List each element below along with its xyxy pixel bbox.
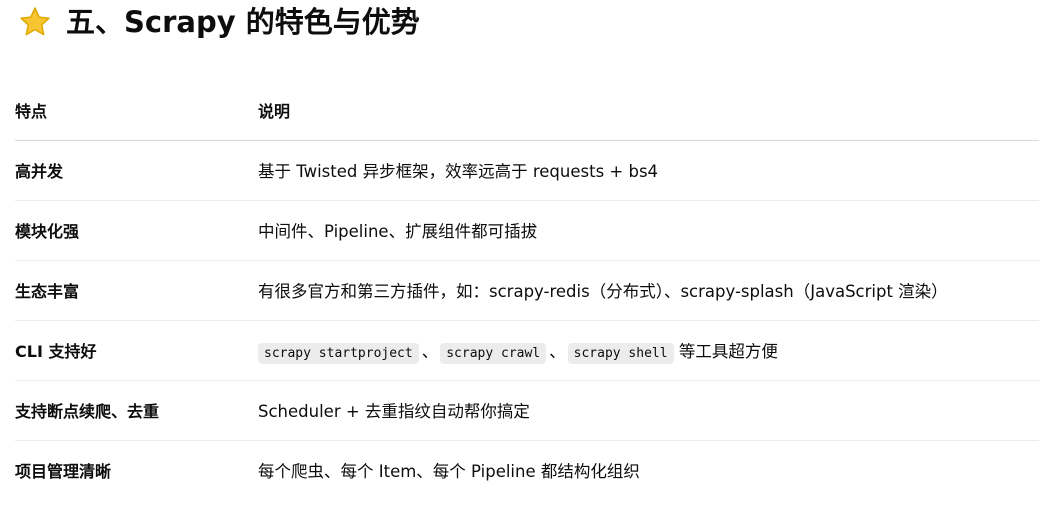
description-cell: 基于 Twisted 异步框架，效率远高于 requests + bs4 (258, 140, 1039, 201)
code-startproject: scrapy startproject (258, 343, 419, 364)
separator: 、 (421, 342, 439, 361)
description-suffix: 等工具超方便 (678, 342, 778, 361)
feature-table: 特点 说明 高并发 基于 Twisted 异步框架，效率远高于 requests… (15, 80, 1039, 500)
feature-cell: 模块化强 (15, 200, 258, 261)
description-cell: 每个爬虫、每个 Item、每个 Pipeline 都结构化组织 (258, 462, 640, 482)
table-row: 高并发 基于 Twisted 异步框架，效率远高于 requests + bs4 (15, 140, 1039, 201)
description-cell: scrapy startproject、 scrapy crawl、 scrapy … (258, 320, 1039, 381)
feature-cell: 高并发 (15, 140, 258, 201)
section-title: 五、Scrapy 的特色与优势 (66, 5, 420, 39)
column-header-description: 说明 (258, 80, 1039, 141)
feature-cell: 项目管理清晰 (15, 462, 112, 482)
separator: 、 (549, 342, 566, 361)
table-row: 模块化强 中间件、Pipeline、扩展组件都可插拔 (15, 200, 1039, 261)
feature-cell: 支持断点续爬、去重 (15, 380, 258, 441)
description-cell: Scheduler + 去重指纹自动帮你搞定 (258, 380, 1039, 441)
column-header-feature: 特点 (15, 80, 258, 141)
code-crawl: scrapy crawl (440, 343, 547, 364)
table-header-row: 特点 说明 (15, 80, 1039, 141)
star-icon (18, 5, 52, 39)
table-row: 支持断点续爬、去重 Scheduler + 去重指纹自动帮你搞定 (15, 380, 1039, 441)
section-heading: 五、Scrapy 的特色与优势 (18, 0, 420, 44)
description-cell: 有很多官方和第三方插件，如：scrapy-redis（分布式）、scrapy-s… (258, 260, 1039, 321)
feature-cell: CLI 支持好 (15, 320, 258, 381)
description-cell: 中间件、Pipeline、扩展组件都可插拔 (258, 200, 1039, 261)
table-row: 项目管理清晰 每个爬虫、每个 Item、每个 Pipeline 都结构化组织 (15, 440, 1039, 500)
table-row: 生态丰富 有很多官方和第三方插件，如：scrapy-redis（分布式）、scr… (15, 260, 1039, 321)
feature-cell: 生态丰富 (15, 260, 258, 321)
table-row: CLI 支持好 scrapy startproject、 scrapy crawl… (15, 320, 1039, 381)
code-shell: scrapy shell (567, 343, 674, 364)
